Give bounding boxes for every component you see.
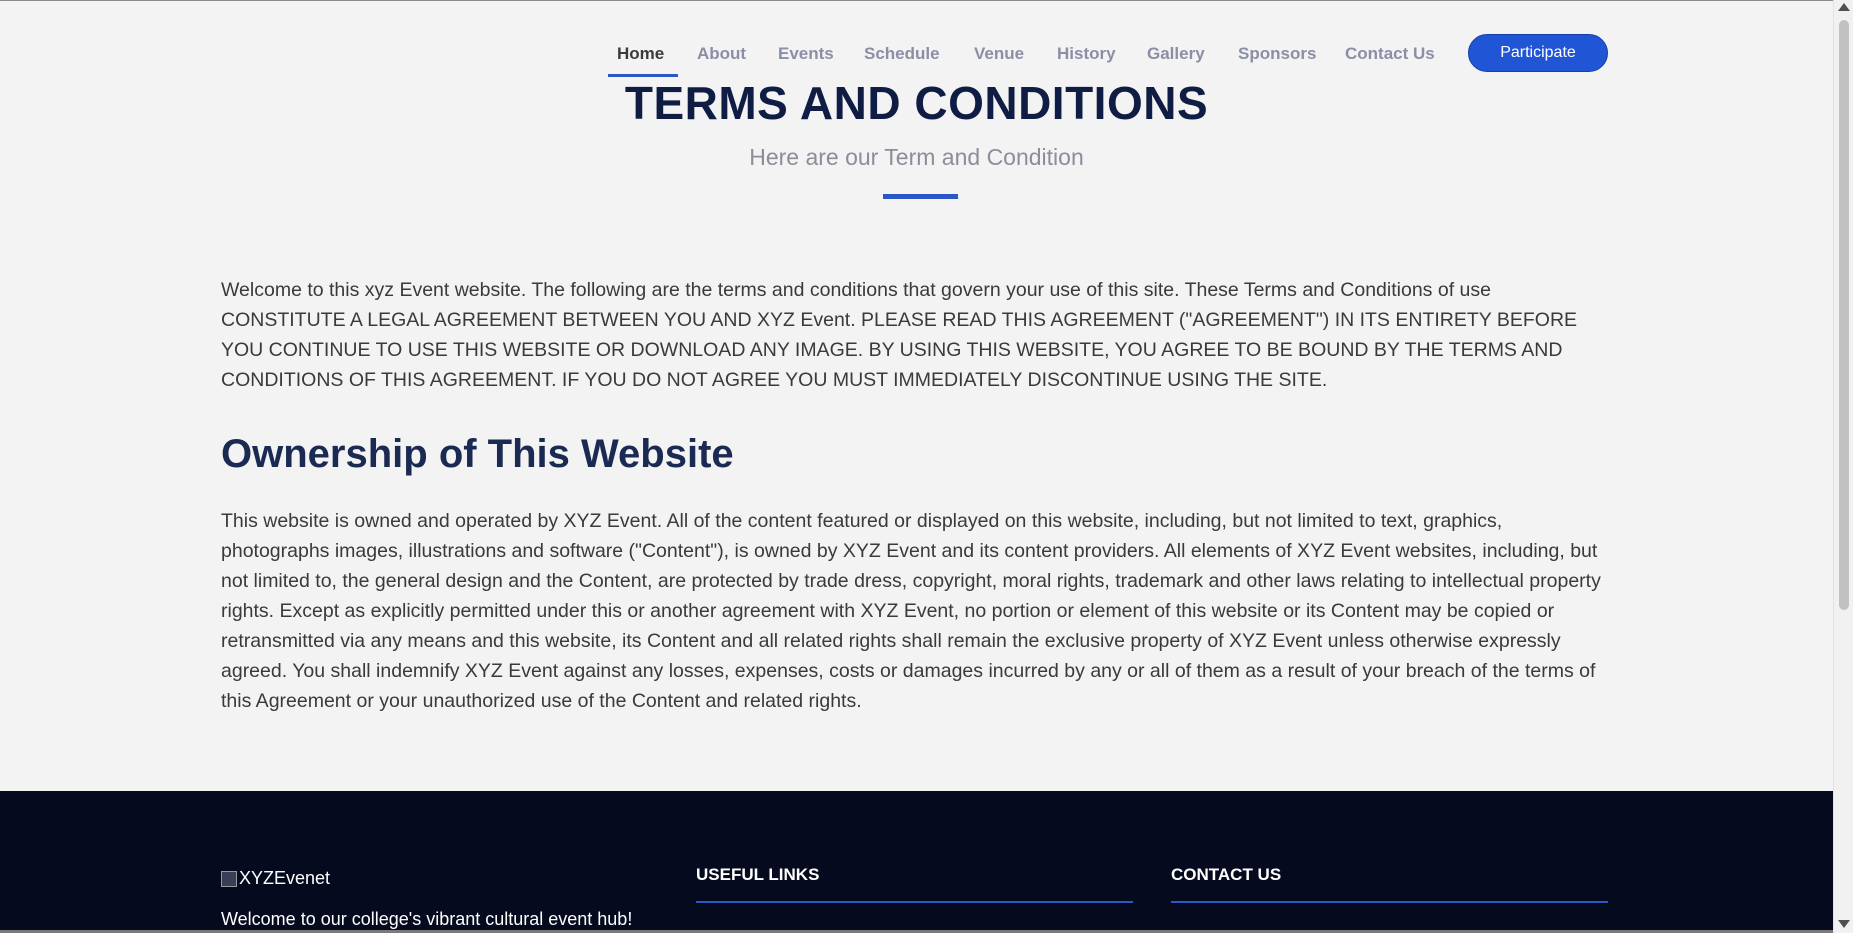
nav-home[interactable]: Home — [617, 44, 664, 64]
nav-history[interactable]: History — [1057, 44, 1116, 64]
page-title: TERMS AND CONDITIONS — [624, 77, 1209, 129]
nav-sponsors[interactable]: Sponsors — [1238, 44, 1316, 64]
scroll-down-arrow-icon[interactable] — [1838, 920, 1850, 928]
ownership-heading: Ownership of This Website — [221, 432, 734, 476]
nav-events[interactable]: Events — [778, 44, 834, 64]
scroll-up-arrow-icon[interactable] — [1838, 3, 1850, 11]
page-subtitle: Here are our Term and Condition — [749, 144, 1084, 170]
footer-contact-heading: CONTACT US — [1171, 865, 1282, 884]
broken-image-icon — [221, 870, 237, 887]
footer-contact-divider — [1171, 901, 1608, 903]
vertical-scrollbar[interactable] — [1833, 0, 1853, 933]
nav-about[interactable]: About — [697, 44, 746, 64]
intro-paragraph: Welcome to this xyz Event website. The f… — [221, 279, 1578, 391]
site-footer: XYZEvenet Welcome to our college's vibra… — [0, 791, 1833, 933]
nav-contact-us[interactable]: Contact Us — [1345, 44, 1435, 64]
ownership-paragraph: This website is owned and operated by XY… — [221, 510, 1601, 712]
footer-logo-alt: XYZEvenet — [239, 868, 331, 888]
footer-useful-links-heading: USEFUL LINKS — [696, 865, 820, 884]
footer-welcome-text: Welcome to our college's vibrant cultura… — [221, 909, 633, 929]
footer-useful-links-divider — [696, 901, 1133, 903]
nav-venue[interactable]: Venue — [974, 44, 1024, 64]
title-divider — [883, 194, 958, 199]
nav-schedule[interactable]: Schedule — [864, 44, 940, 64]
participate-button[interactable]: Participate — [1468, 34, 1608, 72]
footer-logo[interactable]: XYZEvenet — [221, 868, 330, 889]
scrollbar-thumb[interactable] — [1839, 20, 1849, 610]
window-top-border — [0, 0, 1853, 1]
nav-gallery[interactable]: Gallery — [1147, 44, 1205, 64]
